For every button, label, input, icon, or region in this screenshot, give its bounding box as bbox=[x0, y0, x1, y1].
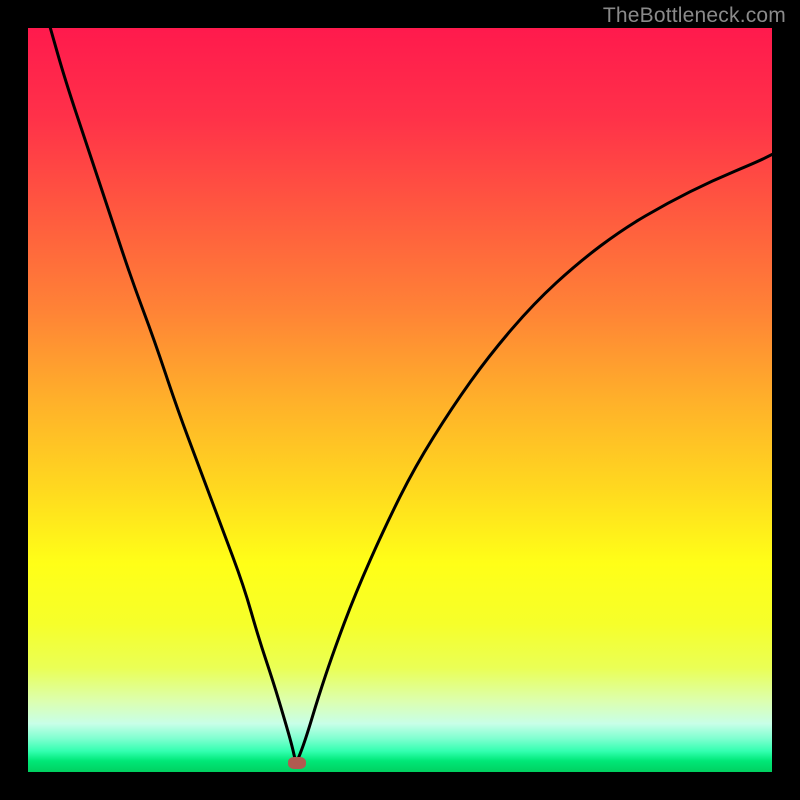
minimum-marker bbox=[288, 757, 306, 769]
chart-frame bbox=[28, 28, 772, 772]
bottleneck-chart bbox=[28, 28, 772, 772]
gradient-background bbox=[28, 28, 772, 772]
watermark-text: TheBottleneck.com bbox=[603, 4, 786, 28]
